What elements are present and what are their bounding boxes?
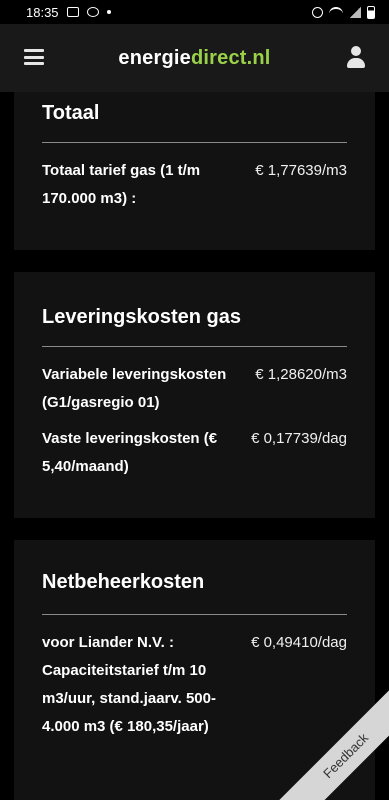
- logo-part-energie: energie: [118, 46, 191, 69]
- tariff-row: Variabele leveringskosten (G1/gasregio 0…: [42, 361, 347, 417]
- status-time: 18:35: [26, 4, 59, 20]
- tariff-label: voor Liander N.V. : Capaciteitstarief t/…: [42, 634, 216, 735]
- wifi-icon: [329, 7, 343, 17]
- logo[interactable]: energiedirect.nl: [118, 47, 270, 70]
- signal-icon: [349, 6, 361, 18]
- tariff-label: Totaal tarief gas (1 t/m 170.000 m3) :: [42, 162, 201, 207]
- card-totaal: Totaal Totaal tarief gas (1 t/m 170.000 …: [14, 92, 375, 250]
- card-divider: [42, 346, 347, 347]
- alarm-icon: [312, 6, 323, 18]
- app-notification-icon: [86, 7, 99, 17]
- logo-part-direct: direct.nl: [190, 46, 271, 69]
- hamburger-menu-icon[interactable]: [24, 49, 44, 65]
- tariff-label: Variabele leveringskosten (G1/gasregio 0…: [42, 366, 227, 411]
- user-account-icon[interactable]: [346, 46, 366, 68]
- status-left: 18:35: [26, 5, 111, 20]
- tariff-row: Vaste leveringskosten (€ 5,40/maand) € 0…: [42, 425, 347, 481]
- card-divider: [42, 142, 347, 143]
- battery-icon: [367, 5, 375, 19]
- status-right: [312, 5, 375, 19]
- card-title: Leveringskosten gas: [42, 306, 241, 328]
- card-divider: [42, 614, 347, 615]
- card-title: Totaal: [42, 102, 100, 124]
- tariff-label: Vaste leveringskosten (€ 5,40/maand): [42, 430, 218, 475]
- card-title: Netbeheerkosten: [42, 571, 205, 593]
- tariff-value: € 1,28620/m3: [255, 366, 347, 383]
- tariff-row: voor Liander N.V. : Capaciteitstarief t/…: [42, 629, 347, 741]
- card-leveringskosten: Leveringskosten gas Variabele leveringsk…: [14, 272, 375, 518]
- status-bar: 18:35: [0, 0, 389, 24]
- app-header: energiedirect.nl: [0, 24, 389, 92]
- tariff-row: Totaal tarief gas (1 t/m 170.000 m3) : €…: [42, 157, 347, 213]
- tariff-content[interactable]: Totaal Totaal tarief gas (1 t/m 170.000 …: [0, 92, 389, 800]
- tariff-value: € 0,49410/dag: [251, 634, 347, 651]
- gallery-notification-icon: [66, 7, 79, 17]
- tariff-value: € 1,77639/m3: [255, 162, 347, 179]
- more-notifications-icon: [106, 10, 111, 14]
- tariff-value: € 0,17739/dag: [251, 430, 347, 447]
